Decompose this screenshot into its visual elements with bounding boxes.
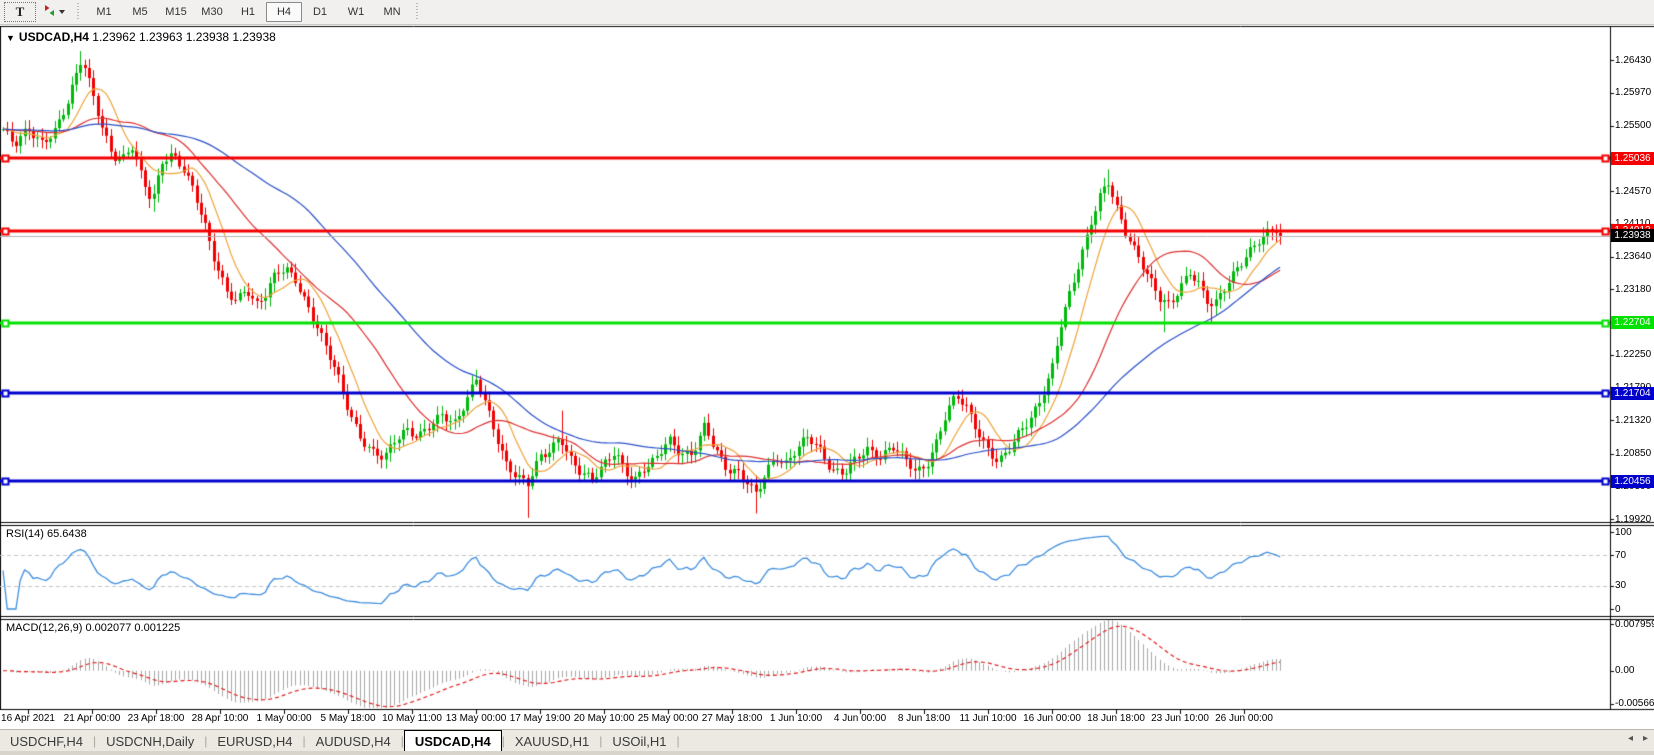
chart-tab-bar: USDCHF,H4|USDCNH,Daily|EURUSD,H4|AUDUSD,… <box>0 729 1654 752</box>
tab-scroll-buttons: ◂ ▸ <box>1628 733 1648 745</box>
timeframe-button-m5[interactable]: M5 <box>122 2 158 22</box>
tab-scroll-right-button[interactable]: ▸ <box>1643 733 1648 745</box>
top-toolbar: T M1M5M15M30H1H4D1W1MN <box>0 0 1654 25</box>
arrows-icon <box>43 4 56 20</box>
chart-tab-xauusd[interactable]: XAUUSD,H1 <box>505 731 599 751</box>
chevron-down-icon <box>59 10 65 14</box>
timeframe-button-mn[interactable]: MN <box>374 2 410 22</box>
chart-tab-usdcad[interactable]: USDCAD,H4 <box>404 730 502 752</box>
mt4-window: { "toolbar": { "text_tool_label": "T", "… <box>0 0 1654 755</box>
tab-separator: | <box>677 734 680 748</box>
chart-tab-usdchf[interactable]: USDCHF,H4 <box>0 731 93 751</box>
toolbar-separator <box>75 3 82 21</box>
timeframe-button-w1[interactable]: W1 <box>338 2 374 22</box>
text-tool-button[interactable]: T <box>4 2 36 22</box>
chart-canvas[interactable] <box>0 0 1654 755</box>
timeframe-button-d1[interactable]: D1 <box>302 2 338 22</box>
timeframe-button-h4[interactable]: H4 <box>266 2 302 22</box>
chart-tab-usdcnh[interactable]: USDCNH,Daily <box>96 731 204 751</box>
timeframe-button-group: M1M5M15M30H1H4D1W1MN <box>86 2 410 22</box>
timeframe-button-m30[interactable]: M30 <box>194 2 230 22</box>
chart-tab-audusd[interactable]: AUDUSD,H4 <box>306 731 401 751</box>
timeframe-button-m1[interactable]: M1 <box>86 2 122 22</box>
chart-tab-usoil[interactable]: USOil,H1 <box>602 731 676 751</box>
cursor-arrows-button[interactable] <box>38 3 70 21</box>
toolbar-separator <box>414 3 421 21</box>
tab-scroll-left-button[interactable]: ◂ <box>1628 733 1633 745</box>
window-bottom-strip <box>0 751 1654 755</box>
timeframe-button-h1[interactable]: H1 <box>230 2 266 22</box>
chart-tab-eurusd[interactable]: EURUSD,H4 <box>207 731 302 751</box>
timeframe-button-m15[interactable]: M15 <box>158 2 194 22</box>
